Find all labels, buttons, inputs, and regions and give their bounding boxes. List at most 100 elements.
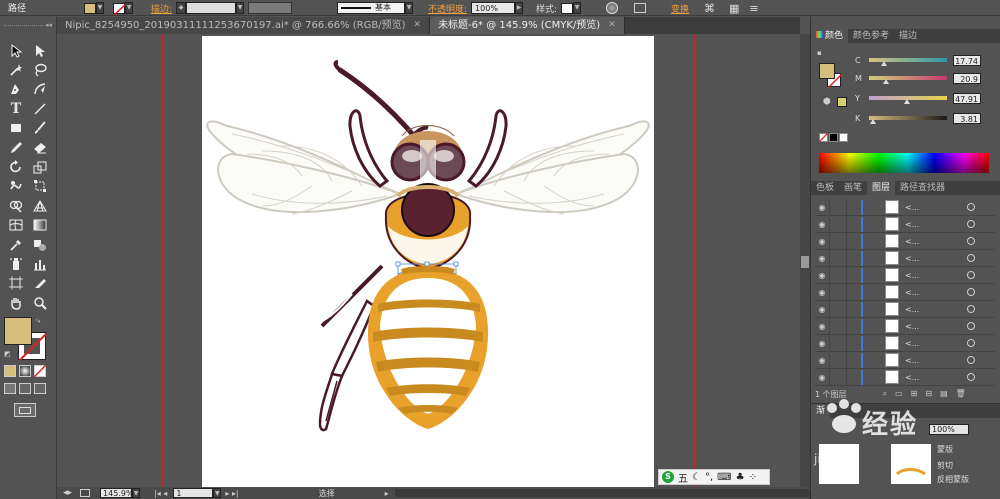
tab-document-2[interactable]: 未标题-6* @ 145.9% (CMYK/预览) ✕ bbox=[430, 17, 625, 34]
lock-toggle[interactable] bbox=[829, 216, 847, 232]
punctuation-icon[interactable]: °, bbox=[705, 472, 713, 483]
cyan-knob[interactable] bbox=[881, 61, 887, 66]
layer-name[interactable]: <... bbox=[905, 339, 953, 348]
pencil-tool-icon[interactable] bbox=[4, 138, 28, 157]
scroll-thumb[interactable] bbox=[801, 256, 809, 268]
direct-selection-tool-icon[interactable] bbox=[28, 41, 52, 60]
visibility-eye-icon[interactable]: ◉ bbox=[815, 254, 829, 263]
draw-behind-icon[interactable] bbox=[19, 383, 31, 394]
invert-mask-checkbox[interactable]: 反相蒙版 bbox=[937, 474, 969, 485]
layer-row[interactable]: ◉ <... bbox=[815, 335, 995, 352]
layer-action-icons[interactable]: ⌕▭⊞⊟▤🗑 bbox=[883, 389, 974, 399]
stroke-weight-dropdown-icon[interactable]: ▼ bbox=[236, 2, 245, 14]
horizontal-scrollbar[interactable] bbox=[394, 489, 810, 497]
stroke-weight-control[interactable]: 描边: ◆ ▼ bbox=[151, 2, 245, 15]
profile-field[interactable] bbox=[248, 2, 292, 14]
tab-document-1[interactable]: Nipic_8254950_20190311111253670197.ai* @… bbox=[57, 17, 431, 34]
blend-tool-icon[interactable] bbox=[28, 235, 52, 254]
visibility-eye-icon[interactable]: ◉ bbox=[815, 237, 829, 246]
magenta-row[interactable]: M 20.9 bbox=[855, 71, 981, 85]
artboard-nav-next-icon[interactable]: ▸ ▸| bbox=[225, 489, 238, 498]
yellow-knob[interactable] bbox=[904, 99, 910, 104]
layer-name[interactable]: <... bbox=[905, 305, 953, 314]
tab-color-guide[interactable]: 颜色参考 bbox=[848, 29, 894, 43]
draw-normal-icon[interactable] bbox=[4, 383, 16, 394]
rotate-tool-icon[interactable] bbox=[4, 157, 28, 176]
bee-illustration[interactable] bbox=[202, 36, 654, 487]
gradient-mode-icon[interactable] bbox=[19, 365, 31, 377]
moon-icon[interactable]: ☾ bbox=[692, 472, 701, 483]
tab-brushes[interactable]: 画笔 bbox=[839, 181, 867, 195]
color-spectrum[interactable] bbox=[819, 153, 989, 173]
keyboard-icon[interactable]: ⌨ bbox=[717, 472, 731, 483]
layer-row[interactable]: ◉ <... bbox=[815, 301, 995, 318]
toolbar-grip[interactable]: ◂◂ bbox=[4, 21, 52, 31]
target-icon[interactable] bbox=[967, 271, 975, 279]
target-icon[interactable] bbox=[967, 288, 975, 296]
transform-control[interactable]: 变换 bbox=[671, 2, 689, 15]
mask-button[interactable]: 蒙版 bbox=[937, 444, 953, 455]
pen-tool-icon[interactable] bbox=[4, 80, 28, 99]
line-segment-tool-icon[interactable] bbox=[28, 99, 52, 118]
cyan-row[interactable]: C 17.74 bbox=[855, 53, 981, 67]
target-icon[interactable] bbox=[967, 305, 975, 313]
layer-row[interactable]: ◉ <... bbox=[815, 216, 995, 233]
magenta-value[interactable]: 20.9 bbox=[953, 72, 981, 84]
eyedropper-tool-icon[interactable] bbox=[4, 235, 28, 254]
lock-toggle[interactable] bbox=[829, 233, 847, 249]
artboard-dropdown-icon[interactable]: ▼ bbox=[213, 488, 222, 498]
ime-mode-label[interactable]: 五 bbox=[678, 470, 688, 485]
export-icon[interactable] bbox=[80, 489, 91, 497]
cyan-value[interactable]: 17.74 bbox=[953, 54, 981, 66]
color-mode-buttons[interactable] bbox=[4, 365, 46, 377]
opacity-label[interactable]: 不透明度: bbox=[428, 2, 467, 15]
layer-row[interactable]: ◉ <... bbox=[815, 369, 995, 386]
black-swatch[interactable] bbox=[829, 133, 838, 142]
lock-toggle[interactable] bbox=[829, 284, 847, 300]
layer-name[interactable]: <... bbox=[905, 237, 953, 246]
tab-layers[interactable]: 图层 bbox=[867, 181, 896, 195]
recolor-button[interactable] bbox=[606, 2, 618, 14]
target-icon[interactable] bbox=[967, 254, 975, 262]
zoom-tool-icon[interactable] bbox=[28, 293, 52, 312]
magenta-knob[interactable] bbox=[883, 79, 889, 84]
none-mode-icon[interactable] bbox=[34, 365, 46, 377]
layer-name[interactable]: <... bbox=[905, 288, 953, 297]
target-icon[interactable] bbox=[967, 339, 975, 347]
skin-icon[interactable]: ♣ bbox=[736, 472, 745, 483]
fill-swatch[interactable] bbox=[84, 2, 96, 14]
vertical-scrollbar[interactable] bbox=[800, 34, 810, 487]
lock-toggle[interactable] bbox=[829, 335, 847, 351]
close-icon[interactable]: ✕ bbox=[414, 17, 422, 34]
stroke-stepper-icon[interactable]: ◆ bbox=[176, 2, 187, 14]
stroke-weight-field[interactable] bbox=[186, 2, 237, 14]
out-of-gamut-icon[interactable]: ⬢ bbox=[823, 97, 831, 107]
black-knob[interactable] bbox=[870, 119, 876, 124]
tab-color[interactable]: 颜色 bbox=[811, 29, 849, 43]
stroke-dropdown-icon[interactable]: ▼ bbox=[125, 2, 133, 14]
lock-toggle[interactable] bbox=[829, 301, 847, 317]
visibility-eye-icon[interactable]: ◉ bbox=[815, 203, 829, 212]
layer-row[interactable]: ◉ <... bbox=[815, 267, 995, 284]
sogou-icon[interactable]: S bbox=[662, 471, 674, 483]
yellow-row[interactable]: Y 47.91 bbox=[855, 91, 981, 105]
stroke-swatch-control[interactable]: ▼ bbox=[113, 2, 133, 15]
status-menu-icon[interactable]: ▸ bbox=[385, 489, 389, 498]
brush-dropdown-icon[interactable]: ▼ bbox=[405, 2, 413, 14]
stroke-none-icon[interactable] bbox=[113, 2, 126, 15]
target-icon[interactable] bbox=[967, 322, 975, 330]
lock-toggle[interactable] bbox=[829, 199, 847, 215]
yellow-slider[interactable] bbox=[869, 96, 947, 104]
visibility-eye-icon[interactable]: ◉ bbox=[815, 220, 829, 229]
graphic-style-swatch[interactable] bbox=[561, 2, 574, 14]
visibility-eye-icon[interactable]: ◉ bbox=[815, 356, 829, 365]
none-swatch[interactable] bbox=[819, 133, 828, 142]
ime-toolbar[interactable]: S 五 ☾ °, ⌨ ♣ ⁘ bbox=[658, 469, 770, 485]
artboard-number-field[interactable]: 1 bbox=[173, 488, 214, 498]
target-icon[interactable] bbox=[967, 373, 975, 381]
draw-mode-buttons[interactable] bbox=[4, 383, 46, 394]
color-panel-menu-icon[interactable]: ▪ bbox=[817, 49, 822, 57]
cyan-slider[interactable] bbox=[869, 58, 947, 66]
default-colors-icon[interactable]: ◩ bbox=[4, 350, 11, 358]
free-transform-tool-icon[interactable] bbox=[28, 177, 52, 196]
